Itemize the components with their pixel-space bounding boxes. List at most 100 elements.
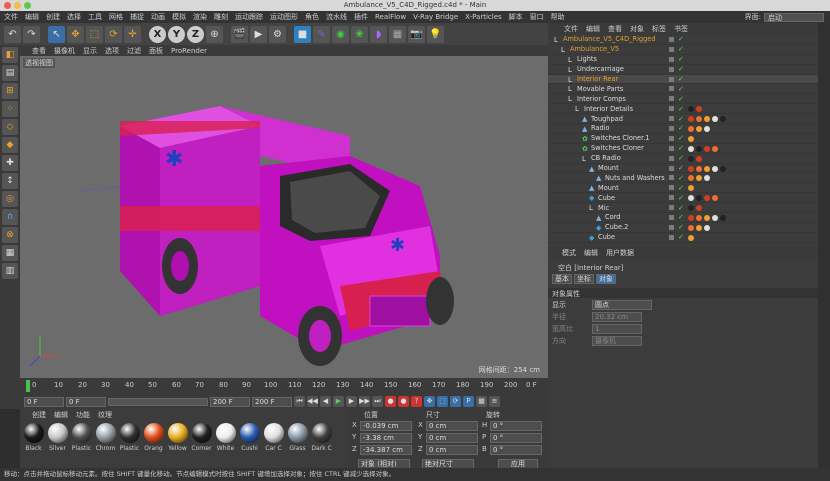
key-pla-icon[interactable]: ▦	[476, 396, 487, 407]
object-row[interactable]: ▲ Radio ✓	[548, 124, 818, 134]
om-menu-view[interactable]: 查看	[608, 24, 622, 34]
tag-icon[interactable]	[696, 215, 702, 222]
am-menu-edit[interactable]: 编辑	[584, 248, 598, 258]
enable-check-icon[interactable]: ✓	[678, 213, 684, 221]
next-key-icon[interactable]: ▶▶	[359, 396, 370, 407]
end-frame-field[interactable]: 200 F	[210, 396, 250, 407]
menu-edit[interactable]: 编辑	[25, 12, 39, 22]
material-item[interactable]: Car C	[262, 420, 285, 468]
tag-icon[interactable]	[704, 165, 710, 172]
tag-icon[interactable]	[688, 126, 694, 133]
attr-tab-coord[interactable]: 坐标	[574, 274, 594, 284]
material-item[interactable]: Dark C	[310, 420, 333, 468]
menu-animate[interactable]: 动画	[151, 12, 165, 22]
am-menu-userdata[interactable]: 用户数据	[606, 248, 634, 258]
tag-icon[interactable]	[720, 215, 726, 222]
coord-position-field[interactable]: -3.38 cm	[360, 433, 412, 443]
visibility-toggle[interactable]	[669, 46, 674, 52]
tag-icon[interactable]	[704, 126, 710, 133]
visibility-toggle[interactable]	[669, 155, 674, 161]
maximize-window-button[interactable]	[24, 2, 31, 9]
tag-icon[interactable]	[696, 106, 702, 113]
visibility-toggle[interactable]	[669, 195, 674, 201]
frame-range-slider[interactable]	[108, 397, 208, 406]
tag-icon[interactable]	[688, 106, 694, 113]
enable-check-icon[interactable]: ✓	[678, 134, 684, 142]
object-row[interactable]: ▲ Mount ✓	[548, 183, 818, 194]
menu-help[interactable]: 帮助	[551, 12, 565, 22]
tag-icon[interactable]	[688, 215, 694, 222]
menu-render[interactable]: 渲染	[193, 12, 207, 22]
visibility-toggle[interactable]	[669, 165, 674, 171]
coord-rotation-field[interactable]: 0 °	[490, 421, 542, 431]
visibility-toggle[interactable]	[669, 96, 674, 102]
menu-file[interactable]: 文件	[4, 12, 18, 22]
om-menu-file[interactable]: 文件	[564, 24, 578, 34]
material-item[interactable]: Yellow	[166, 420, 189, 468]
visibility-toggle[interactable]	[669, 205, 674, 211]
object-row[interactable]: ✿ Switches Cloner.1 ✓	[548, 134, 818, 144]
visibility-toggle[interactable]	[669, 66, 674, 72]
attr-tab-object[interactable]: 对象	[596, 274, 616, 284]
edges-mode-icon[interactable]: ◇	[2, 119, 18, 135]
tag-icon[interactable]	[712, 165, 718, 172]
mat-menu-function[interactable]: 功能	[76, 410, 90, 420]
visibility-toggle[interactable]	[669, 185, 674, 191]
tag-icon[interactable]	[720, 116, 726, 123]
side-tabs[interactable]	[818, 23, 830, 468]
layout-dropdown[interactable]: 启动	[764, 12, 824, 22]
recent-icon[interactable]: ✛	[124, 25, 141, 43]
tag-icon[interactable]	[688, 155, 694, 162]
menu-pipeline[interactable]: 流水线	[326, 12, 347, 22]
tag-icon[interactable]	[688, 234, 694, 241]
menu-tools[interactable]: 工具	[88, 12, 102, 22]
menu-sculpt[interactable]: 雕刻	[214, 12, 228, 22]
record-icon[interactable]: ●	[385, 396, 396, 407]
tag-icon[interactable]	[696, 195, 702, 202]
object-row[interactable]: ◆ Cube ✓	[548, 233, 818, 243]
prev-key-icon[interactable]: ◀◀	[307, 396, 318, 407]
object-row[interactable]: L Lights ✓	[548, 55, 818, 65]
tag-icon[interactable]	[712, 116, 718, 123]
tag-icon[interactable]	[704, 224, 710, 231]
texture-mode-icon[interactable]: ▤	[2, 65, 18, 81]
object-row[interactable]: ▲ Cord ✓	[548, 213, 818, 223]
tag-icon[interactable]	[696, 175, 702, 182]
end-frame-field-2[interactable]: 200 F	[252, 396, 292, 407]
visibility-toggle[interactable]	[669, 224, 674, 230]
deformer-icon[interactable]: ◗	[370, 25, 387, 43]
visibility-toggle[interactable]	[669, 56, 674, 62]
magnet-icon[interactable]: ∩	[2, 209, 18, 225]
menu-select[interactable]: 选择	[67, 12, 81, 22]
enable-check-icon[interactable]: ✓	[678, 204, 684, 212]
object-row[interactable]: ✿ Switches Cloner ✓	[548, 144, 818, 154]
material-item[interactable]: Corner	[190, 420, 213, 468]
object-row[interactable]: ◆ Cube ✓	[548, 193, 818, 204]
tag-icon[interactable]	[688, 195, 694, 202]
scene-icon[interactable]: ▦	[389, 25, 406, 43]
menu-script[interactable]: 脚本	[509, 12, 523, 22]
tag-icon[interactable]	[704, 195, 710, 202]
camera-icon[interactable]: 📷	[408, 25, 425, 43]
tag-icon[interactable]	[688, 116, 694, 123]
object-row[interactable]: ◆ Cube.2 ✓	[548, 223, 818, 233]
tag-icon[interactable]	[696, 145, 702, 152]
tweak-icon[interactable]: ↕	[2, 173, 18, 189]
tag-icon[interactable]	[688, 135, 694, 142]
menu-window[interactable]: 窗口	[530, 12, 544, 22]
enable-check-icon[interactable]: ✓	[678, 75, 684, 83]
tag-icon[interactable]	[712, 215, 718, 222]
redo-icon[interactable]: ↷	[23, 25, 40, 43]
menu-snap[interactable]: 捕捉	[130, 12, 144, 22]
object-row[interactable]: L Ambulance_V5 ✓	[548, 45, 818, 55]
x-axis-icon[interactable]: X	[149, 25, 166, 43]
visibility-toggle[interactable]	[669, 116, 674, 122]
tag-icon[interactable]	[704, 175, 710, 182]
vp-menu-filter[interactable]: 过滤	[127, 46, 141, 56]
menu-realflow[interactable]: RealFlow	[375, 13, 406, 21]
object-row[interactable]: L Mic ✓	[548, 203, 818, 214]
tag-icon[interactable]	[688, 185, 694, 192]
attr-orientation-dropdown[interactable]: 摄像机	[592, 336, 642, 346]
visibility-toggle[interactable]	[669, 86, 674, 92]
enable-check-icon[interactable]: ✓	[678, 194, 684, 202]
